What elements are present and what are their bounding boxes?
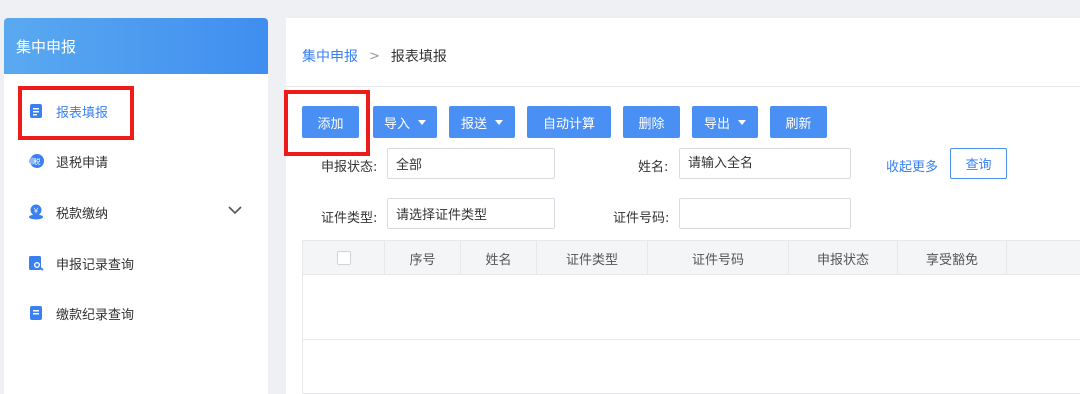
- record-search-icon: [28, 255, 44, 271]
- sidebar-item-label: 缴款纪录查询: [56, 307, 135, 323]
- main-panel: 集中申报 > 报表填报 添加 导入 报送 自动计算 删除 导出 刷新 申报状态:…: [286, 18, 1080, 394]
- sidebar-item-label: 税款缴纳: [56, 206, 109, 222]
- svg-text:税: 税: [34, 157, 41, 166]
- caret-down-icon: [418, 119, 426, 125]
- id-type-select[interactable]: [387, 198, 555, 229]
- column-header[interactable]: 姓名: [461, 241, 537, 275]
- caret-down-icon: [738, 119, 746, 125]
- query-button[interactable]: 查询: [950, 148, 1007, 179]
- id-number-input[interactable]: [679, 198, 851, 229]
- breadcrumb-parent[interactable]: 集中申报: [302, 46, 358, 66]
- svg-text:￥: ￥: [33, 207, 40, 215]
- breadcrumb-current: 报表填报: [390, 49, 447, 65]
- breadcrumb: 集中申报 > 报表填报: [302, 46, 447, 66]
- data-table: 序号 姓名 证件类型 证件号码 申报状态 享受豁免: [302, 240, 1080, 394]
- breadcrumb-separator: >: [369, 48, 380, 64]
- caret-down-icon: [495, 119, 503, 125]
- sidebar-title: 集中申报: [4, 18, 268, 74]
- name-label: 姓名:: [638, 160, 669, 175]
- sidebar: 集中申报 报表填报 税 退税申请 ￥ 税款缴纳 申报记录查询 缴款纪录查询: [4, 18, 268, 394]
- import-button[interactable]: 导入: [373, 106, 437, 138]
- status-label: 申报状态:: [321, 160, 378, 175]
- highlight-box-add: [284, 90, 370, 156]
- table-header: 序号 姓名 证件类型 证件号码 申报状态 享受豁免: [303, 241, 1080, 275]
- sidebar-item-payment-record[interactable]: 缴款纪录查询: [28, 302, 134, 324]
- sidebar-item-tax-refund[interactable]: 税 退税申请: [28, 150, 108, 172]
- collapse-more-link[interactable]: 收起更多: [886, 156, 938, 175]
- tax-refund-icon: 税: [28, 153, 44, 169]
- tax-payment-icon: ￥: [28, 204, 44, 220]
- sidebar-item-label: 退税申请: [56, 155, 109, 171]
- header-divider: [286, 86, 1080, 87]
- column-header[interactable]: 序号: [385, 241, 461, 275]
- status-select[interactable]: [387, 148, 555, 179]
- sidebar-item-record-search[interactable]: 申报记录查询: [28, 252, 134, 274]
- id-number-label: 证件号码:: [613, 211, 670, 226]
- refresh-button[interactable]: 刷新: [770, 106, 827, 138]
- select-all-cell: [303, 241, 385, 275]
- column-header[interactable]: 享受豁免: [898, 241, 1007, 275]
- column-header[interactable]: 证件类型: [537, 241, 648, 275]
- table-row-divider: [303, 339, 1080, 340]
- chevron-down-icon[interactable]: [228, 204, 242, 219]
- payment-record-icon: [28, 305, 44, 321]
- delete-button[interactable]: 删除: [623, 106, 680, 138]
- export-button[interactable]: 导出: [692, 106, 758, 138]
- column-header[interactable]: 申报状态: [789, 241, 898, 275]
- id-type-label: 证件类型:: [321, 211, 378, 226]
- submit-button[interactable]: 报送: [449, 106, 515, 138]
- select-all-checkbox[interactable]: [336, 251, 351, 265]
- sidebar-item-tax-payment[interactable]: ￥ 税款缴纳: [28, 201, 108, 223]
- highlight-box-report-form: [18, 86, 134, 140]
- sidebar-item-label: 申报记录查询: [56, 257, 135, 273]
- auto-calc-button[interactable]: 自动计算: [527, 106, 611, 138]
- name-input[interactable]: [679, 148, 851, 179]
- column-header[interactable]: 证件号码: [648, 241, 789, 275]
